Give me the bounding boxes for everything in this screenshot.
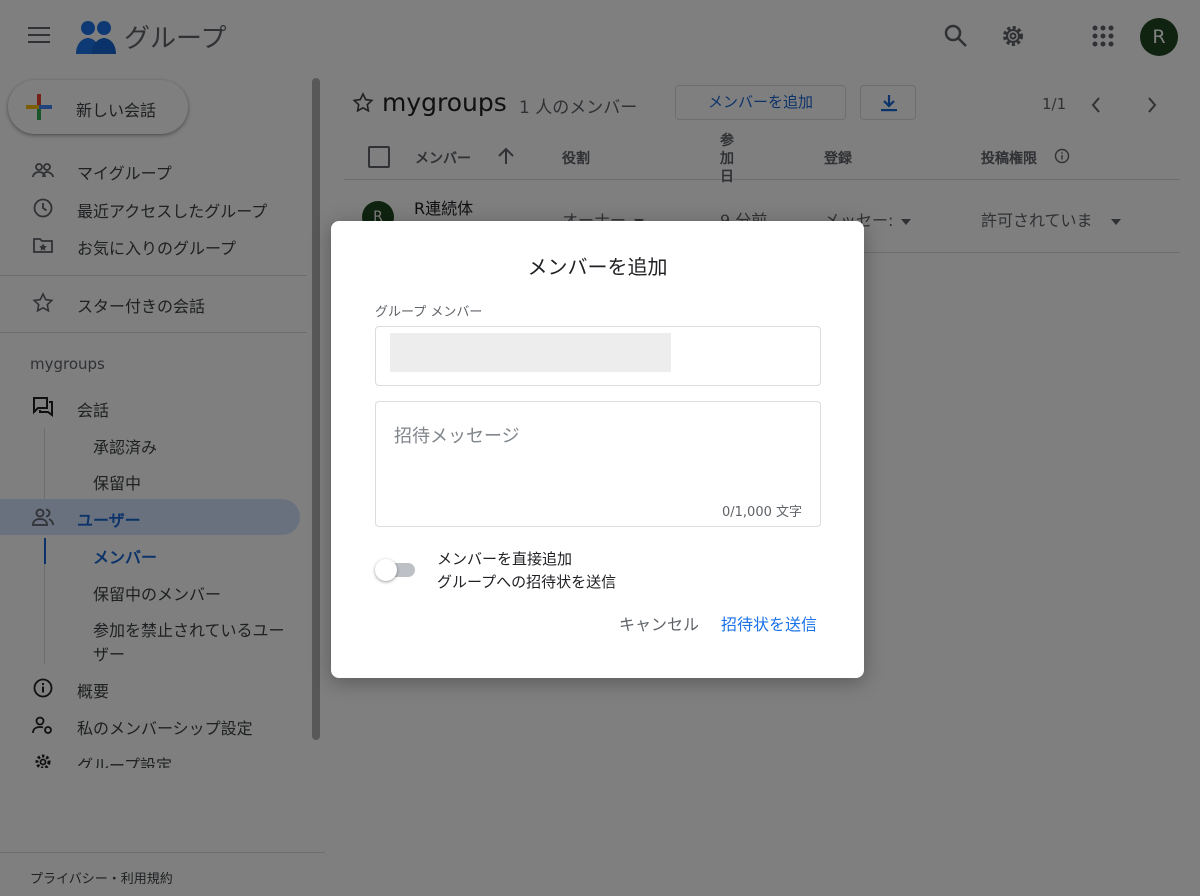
direct-add-toggle[interactable] <box>375 559 419 581</box>
group-members-label: グループ メンバー <box>375 305 483 320</box>
invite-message-field[interactable]: 招待メッセージ 0/1,000 文字 <box>375 401 821 527</box>
char-counter: 0/1,000 文字 <box>722 505 802 520</box>
send-invite-button[interactable]: 招待状を送信 <box>721 611 817 635</box>
group-members-input[interactable] <box>375 326 821 386</box>
add-member-dialog: メンバーを追加 グループ メンバー 招待メッセージ 0/1,000 文字 メンバ… <box>331 221 864 678</box>
dialog-title: メンバーを追加 <box>527 255 668 279</box>
send-invite-label: グループへの招待状を送信 <box>437 573 617 591</box>
toggle-knob <box>375 559 397 581</box>
cancel-button[interactable]: キャンセル <box>619 611 699 635</box>
redacted-member-entry <box>390 333 671 372</box>
direct-add-label: メンバーを直接追加 <box>437 550 573 568</box>
invite-message-placeholder: 招待メッセージ <box>394 426 520 447</box>
